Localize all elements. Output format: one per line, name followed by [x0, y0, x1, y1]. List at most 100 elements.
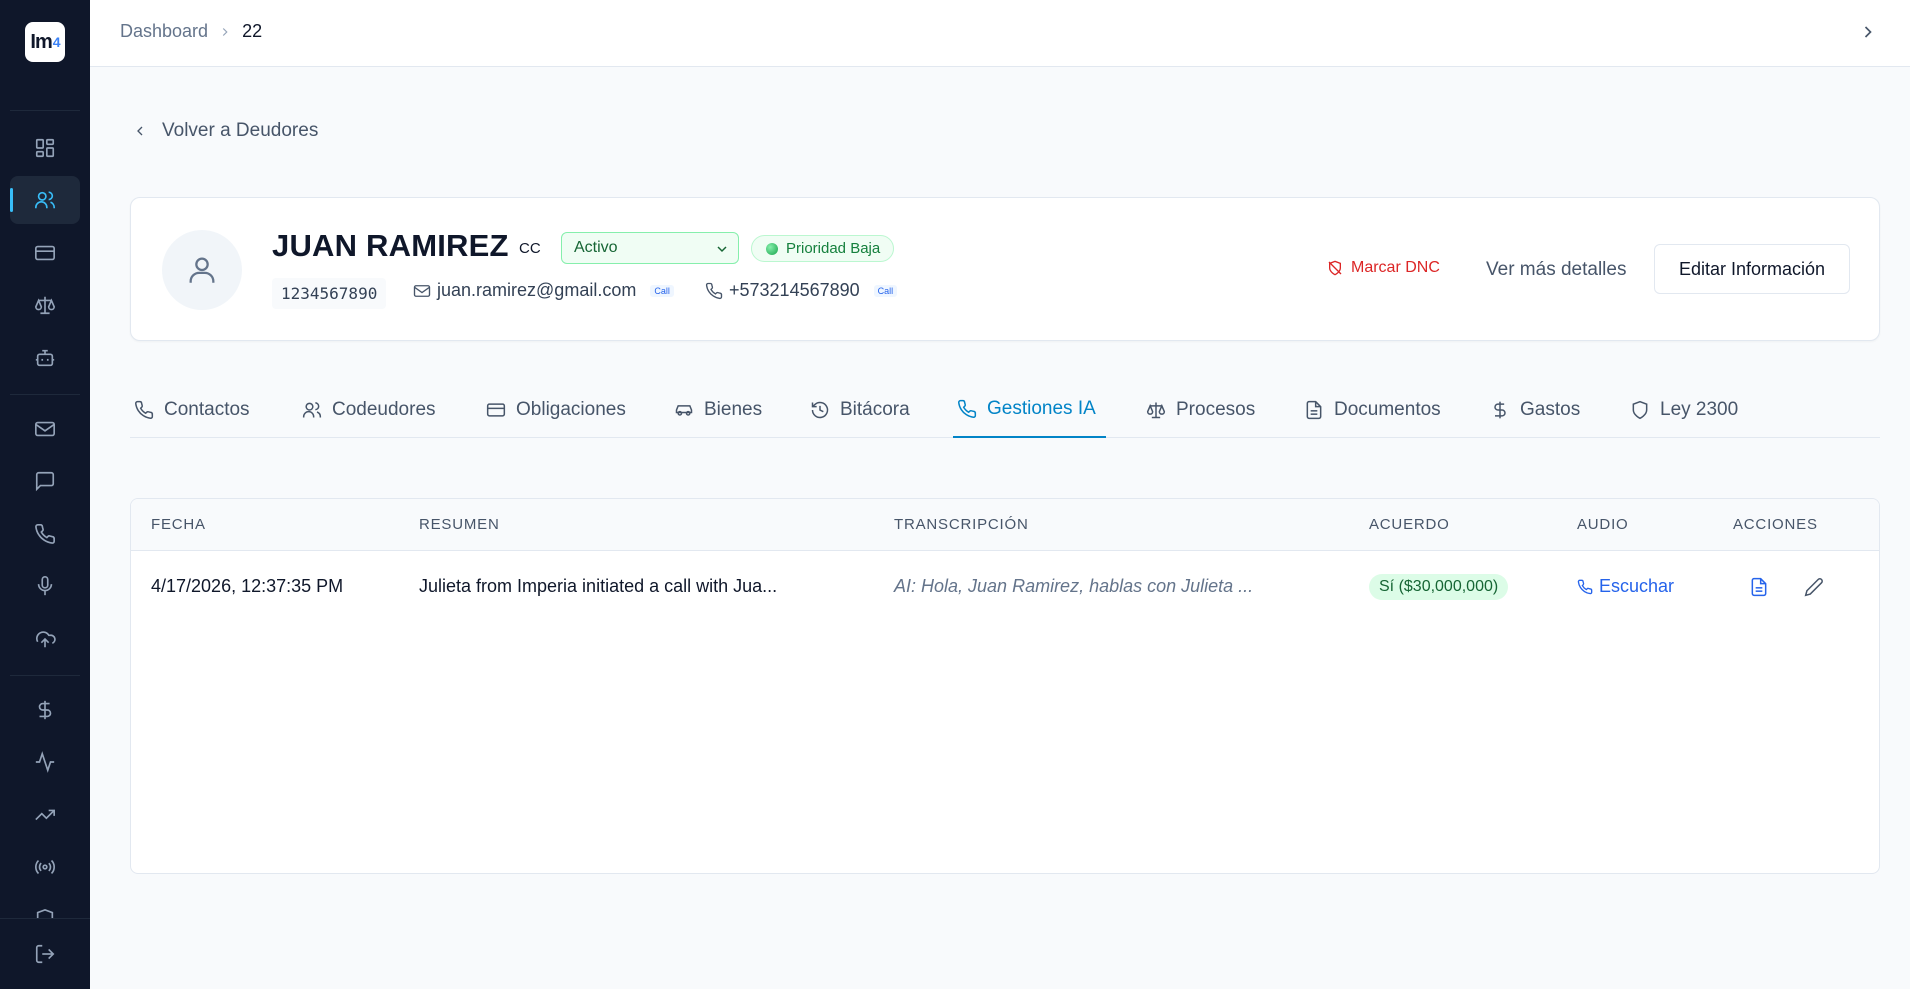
- breadcrumb-current: 22: [242, 21, 263, 41]
- listen-label: Escuchar: [1599, 576, 1675, 596]
- chat-icon: [35, 471, 55, 492]
- chevron-right-icon[interactable]: [1858, 22, 1878, 47]
- bot-icon: [35, 349, 55, 367]
- sidebar-item-chat[interactable]: [10, 457, 80, 505]
- edit-info-button[interactable]: Editar Información: [1654, 244, 1850, 294]
- logout-button[interactable]: [0, 918, 90, 989]
- breadcrumb-dashboard[interactable]: Dashboard: [120, 21, 208, 42]
- column-header-fecha: Fecha: [151, 516, 206, 533]
- tab-ley-2300[interactable]: Ley 2300: [1626, 382, 1742, 438]
- phone-contact[interactable]: +573214567890 Call: [705, 280, 898, 301]
- back-to-deudores-link[interactable]: Volver a Deudores: [132, 120, 318, 142]
- grid-icon: [35, 138, 55, 158]
- phone-off-icon: [1328, 260, 1342, 276]
- agreement-badge: Sí ($30,000,000): [1369, 574, 1509, 600]
- sidebar-item-obligaciones[interactable]: [10, 229, 80, 277]
- broadcast-icon: [35, 859, 55, 875]
- tab-contactos[interactable]: Contactos: [130, 382, 254, 438]
- status-value: Activo: [574, 239, 618, 256]
- scale-icon: [1146, 402, 1166, 419]
- tab-gastos[interactable]: Gastos: [1486, 382, 1584, 438]
- dollar-icon: [38, 700, 52, 720]
- mark-dnc-button[interactable]: Marcar DNC: [1327, 259, 1440, 277]
- column-header-audio: Audio: [1577, 516, 1629, 533]
- phone-icon: [1577, 579, 1593, 594]
- sidebar-item-security[interactable]: [10, 896, 80, 918]
- sidebar-item-calls[interactable]: [10, 510, 80, 558]
- users-icon: [302, 402, 322, 418]
- file-text-icon: [1306, 400, 1322, 420]
- mic-icon: [37, 576, 53, 596]
- column-header-acuerdo: Acuerdo: [1369, 516, 1450, 533]
- tab-codeudores[interactable]: Codeudores: [298, 382, 440, 438]
- phone-icon: [35, 524, 55, 544]
- tab-gestiones-ia[interactable]: Gestiones IA: [953, 382, 1106, 438]
- status-select[interactable]: Activo: [561, 232, 739, 264]
- edit-row-button[interactable]: [1802, 575, 1826, 599]
- logo-accent: 4: [52, 34, 61, 50]
- priority-dot-icon: [766, 242, 778, 255]
- tab-label: Codeudores: [332, 399, 436, 420]
- tab-label: Obligaciones: [516, 399, 626, 420]
- sidebar-item-pagos[interactable]: [10, 686, 80, 734]
- tab-label: Gastos: [1520, 399, 1581, 420]
- tab-obligaciones[interactable]: Obligaciones: [482, 382, 630, 438]
- tab-label: Procesos: [1176, 399, 1256, 420]
- table-row[interactable]: 4/17/2026, 12:37:35 PM Julieta from Impe…: [131, 551, 1879, 623]
- sidebar-item-activity[interactable]: [10, 738, 80, 786]
- tab-documentos[interactable]: Documentos: [1300, 382, 1445, 438]
- column-header-resumen: Resumen: [419, 516, 500, 533]
- tab-bienes[interactable]: Bienes: [670, 382, 766, 438]
- card-icon: [486, 403, 506, 417]
- sidebar: Im 4: [0, 0, 90, 989]
- phone-call-tag[interactable]: Call: [873, 284, 898, 297]
- sidebar-item-trends[interactable]: [10, 791, 80, 839]
- phone-icon: [958, 399, 977, 418]
- debtor-profile-card: JUAN RAMIREZ CC Activo Prioridad Baja 12…: [130, 197, 1880, 341]
- phone-icon: [705, 282, 723, 299]
- mail-icon: [413, 284, 431, 297]
- view-more-details-button[interactable]: Ver más detalles: [1486, 259, 1626, 281]
- dnc-label: Marcar DNC: [1351, 259, 1440, 276]
- debtor-name: JUAN RAMIREZ: [272, 228, 509, 263]
- avatar: [162, 230, 242, 310]
- view-transcript-button[interactable]: [1747, 575, 1771, 599]
- tab-bitacora[interactable]: Bitácora: [806, 382, 914, 438]
- tab-label: Bienes: [704, 399, 763, 420]
- sidebar-item-procesos[interactable]: [10, 281, 80, 329]
- column-header-acciones: Acciones: [1733, 516, 1818, 533]
- logo-text: Im: [30, 30, 52, 53]
- sidebar-item-bots[interactable]: [10, 334, 80, 382]
- email-contact[interactable]: juan.ramirez@gmail.com Call: [413, 280, 674, 301]
- column-header-transcripcion: Transcripción: [894, 516, 1029, 533]
- chevron-down-icon: [714, 241, 730, 262]
- email-value: juan.ramirez@gmail.com: [437, 280, 637, 300]
- shield-icon: [1632, 400, 1648, 420]
- tab-label: Gestiones IA: [987, 398, 1096, 419]
- sidebar-item-voice[interactable]: [10, 562, 80, 610]
- tab-label: Contactos: [164, 399, 250, 420]
- sidebar-item-dashboard[interactable]: [10, 124, 80, 172]
- sidebar-item-deudores[interactable]: [10, 176, 80, 224]
- id-number: 1234567890: [272, 278, 387, 309]
- users-icon: [35, 191, 55, 209]
- app-logo[interactable]: Im 4: [25, 22, 65, 62]
- cell-fecha: 4/17/2026, 12:37:35 PM: [151, 576, 344, 596]
- tab-label: Bitácora: [840, 399, 910, 420]
- sidebar-item-broadcast[interactable]: [10, 843, 80, 891]
- tab-bar: Contactos Codeudores Obligaciones Bienes…: [130, 382, 1880, 438]
- upload-cloud-icon: [36, 631, 56, 648]
- chevron-right-icon: [218, 25, 232, 39]
- sidebar-item-email[interactable]: [10, 405, 80, 453]
- history-icon: [811, 401, 829, 419]
- tab-label: Ley 2300: [1660, 399, 1739, 420]
- priority-badge: Prioridad Baja: [751, 235, 895, 262]
- email-call-tag[interactable]: Call: [650, 284, 674, 297]
- pencil-icon: [1804, 578, 1823, 597]
- sidebar-item-upload[interactable]: [10, 615, 80, 663]
- dollar-icon: [1494, 401, 1506, 419]
- listen-audio-button[interactable]: Escuchar: [1577, 576, 1674, 597]
- tab-procesos[interactable]: Procesos: [1142, 382, 1259, 438]
- chevron-left-icon: [137, 126, 143, 136]
- document-type: CC: [519, 240, 541, 257]
